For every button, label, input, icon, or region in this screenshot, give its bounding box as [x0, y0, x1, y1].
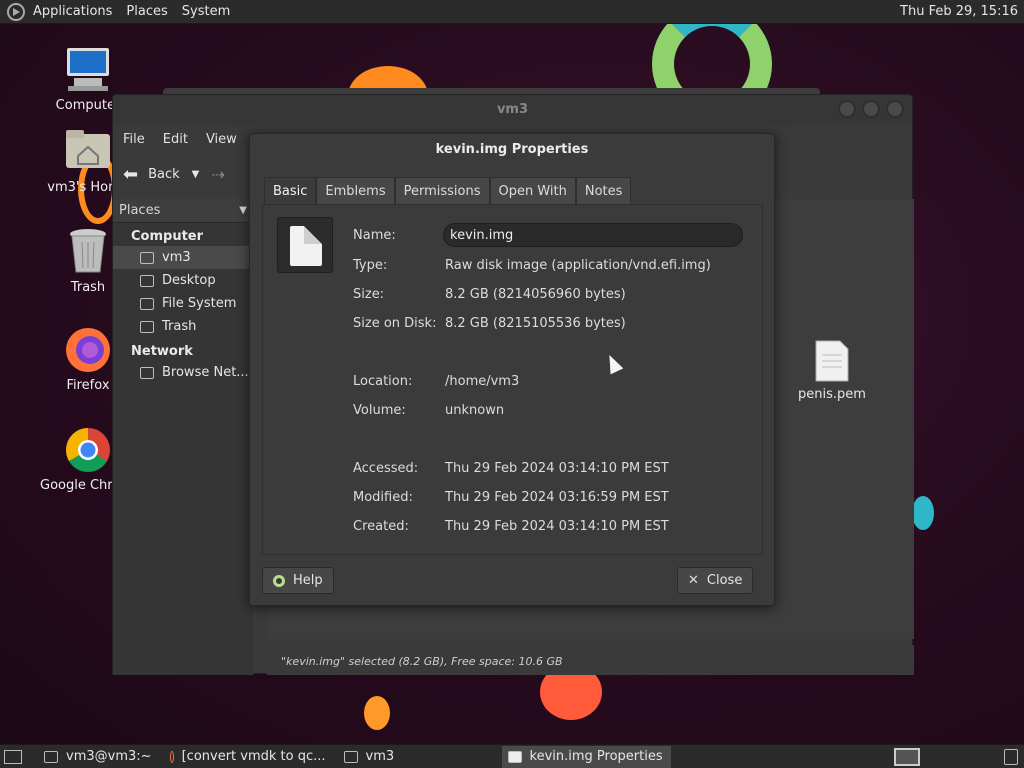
wallpaper-blob: [912, 496, 934, 530]
sidebar-item-vm3[interactable]: vm3: [113, 246, 253, 269]
computer-icon: [64, 46, 112, 94]
tab-permissions[interactable]: Permissions: [394, 177, 490, 205]
tab-emblems[interactable]: Emblems: [316, 177, 395, 205]
chevron-down-icon: ▼: [239, 205, 247, 216]
maximize-button[interactable]: [862, 100, 880, 118]
back-arrow-icon[interactable]: ⬅: [123, 164, 138, 185]
file-icon-button[interactable]: [277, 217, 333, 273]
document-icon: [815, 340, 849, 382]
accessed-value: Thu 29 Feb 2024 03:14:10 PM EST: [445, 461, 669, 476]
places-selector[interactable]: Places ▼: [113, 199, 253, 223]
back-button[interactable]: Back: [148, 167, 180, 182]
close-icon: ✕: [688, 573, 699, 588]
task-properties[interactable]: kevin.img Properties: [501, 745, 671, 768]
task-file-manager[interactable]: vm3: [338, 746, 498, 768]
accessed-label: Accessed:: [353, 461, 419, 476]
places-menu[interactable]: Places: [126, 4, 167, 19]
desktop-folder-icon: [140, 274, 154, 287]
sidebar: Places ▼ Computer vm3 Desktop File Syste…: [113, 199, 253, 675]
sidebar-item-desktop[interactable]: Desktop: [113, 269, 253, 292]
size-on-disk-value[interactable]: 8.2 GB (8215105536 bytes): [445, 316, 626, 331]
workspace-switcher[interactable]: [894, 747, 920, 766]
tab-notes[interactable]: Notes: [575, 177, 632, 205]
location-label: Location:: [353, 374, 413, 389]
trash-icon: [140, 320, 154, 333]
type-value: Raw disk image (application/vnd.efi.img): [445, 258, 711, 273]
firefox-icon: [169, 750, 174, 763]
tab-bar: Basic Emblems Permissions Open With Note…: [264, 177, 632, 205]
menu-file[interactable]: File: [123, 132, 145, 147]
window-title: vm3: [113, 95, 912, 125]
created-value: Thu 29 Feb 2024 03:14:10 PM EST: [445, 519, 669, 534]
clock[interactable]: Thu Feb 29, 15:16: [900, 4, 1018, 19]
tab-basic[interactable]: Basic: [264, 177, 317, 205]
home-folder-icon: [343, 750, 358, 763]
properties-dialog: kevin.img Properties Basic Emblems Permi…: [249, 133, 775, 606]
menu-bar: File Edit View: [113, 125, 255, 153]
forward-arrow-icon[interactable]: ⇢: [211, 165, 224, 184]
file-name: penis.pem: [798, 387, 866, 402]
type-label: Type:: [353, 258, 388, 273]
terminal-icon: [44, 750, 58, 763]
task-terminal[interactable]: vm3@vm3:~: [38, 746, 160, 768]
home-folder-icon: [64, 128, 112, 176]
distro-logo-icon[interactable]: [7, 2, 25, 21]
chrome-icon: [64, 426, 112, 474]
name-label: Name:: [353, 228, 396, 243]
sidebar-item-file-system[interactable]: File System: [113, 292, 253, 315]
size-value: 8.2 GB (8214056960 bytes): [445, 287, 626, 302]
chevron-down-icon[interactable]: ▼: [192, 169, 200, 180]
size-label: Size:: [353, 287, 385, 302]
volume-label: Volume:: [353, 403, 406, 418]
document-icon: [507, 750, 522, 763]
basic-panel: Name: Type: Raw disk image (application/…: [262, 204, 763, 555]
sidebar-group-network: Network: [131, 344, 193, 359]
task-firefox[interactable]: [convert vmdk to qc...: [164, 746, 334, 768]
file-item[interactable]: penis.pem: [797, 339, 867, 402]
close-button[interactable]: ✕ Close: [677, 567, 754, 594]
taskbar: vm3@vm3:~ [convert vmdk to qc... vm3 kev…: [0, 744, 1024, 768]
home-folder-icon: [140, 251, 154, 264]
firefox-icon: [64, 326, 112, 374]
document-icon: [290, 226, 322, 266]
menu-view[interactable]: View: [206, 132, 237, 147]
close-window-button[interactable]: [886, 100, 904, 118]
volume-value: unknown: [445, 403, 505, 418]
trash-applet-icon[interactable]: [1004, 748, 1018, 765]
wallpaper-blob: [364, 696, 390, 730]
dialog-title: kevin.img Properties: [435, 142, 589, 157]
trash-icon: [64, 228, 112, 276]
applications-menu[interactable]: Applications: [33, 4, 112, 19]
sidebar-group-computer: Computer: [131, 229, 204, 244]
system-menu[interactable]: System: [182, 4, 230, 19]
sidebar-item-trash[interactable]: Trash: [113, 315, 253, 338]
show-desktop-icon[interactable]: [4, 749, 22, 764]
size-on-disk-label: Size on Disk:: [353, 316, 437, 331]
minimize-button[interactable]: [838, 100, 856, 118]
help-icon: [273, 574, 285, 587]
modified-value: Thu 29 Feb 2024 03:16:59 PM EST: [445, 490, 669, 505]
network-icon: [140, 366, 154, 379]
drive-icon: [140, 297, 154, 310]
toolbar: ⬅ Back ▼ ⇢: [113, 155, 253, 193]
created-label: Created:: [353, 519, 409, 534]
name-field[interactable]: [443, 223, 743, 247]
tab-open-with[interactable]: Open With: [489, 177, 576, 205]
help-button[interactable]: Help: [262, 567, 334, 594]
top-panel: Applications Places System Thu Feb 29, 1…: [0, 0, 1024, 24]
modified-label: Modified:: [353, 490, 413, 505]
location-value[interactable]: /home/vm3: [445, 374, 519, 389]
menu-edit[interactable]: Edit: [163, 132, 188, 147]
status-bar: "kevin.img" selected (8.2 GB), Free spac…: [267, 645, 914, 675]
sidebar-item-browse-network[interactable]: Browse Net...: [113, 361, 253, 384]
